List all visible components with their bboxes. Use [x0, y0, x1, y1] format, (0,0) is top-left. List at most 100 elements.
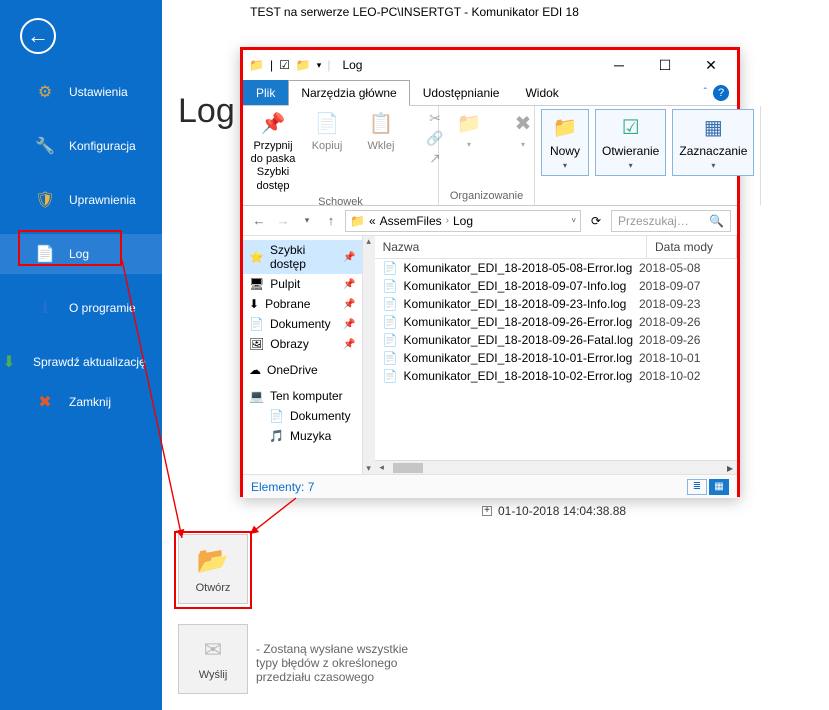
- file-list: Nazwa Data mody 📄Komunikator_EDI_18-2018…: [375, 236, 737, 474]
- refresh-button[interactable]: ⟳: [585, 210, 607, 232]
- tree-item-music[interactable]: 🎵Muzyka: [243, 426, 362, 446]
- send-card[interactable]: ✉ Wyślij: [178, 624, 248, 694]
- tab-home[interactable]: Narzędzia główne: [288, 80, 409, 106]
- pin-icon: 📌: [259, 109, 287, 137]
- explorer-titlebar[interactable]: 📁 | ☑ 📁 ▾ | Log ─ ☐ ✕: [243, 50, 737, 80]
- tree-icon: 📄: [249, 409, 284, 423]
- file-icon: 📄: [383, 369, 398, 383]
- file-row[interactable]: 📄Komunikator_EDI_18-2018-09-26-Error.log…: [375, 313, 737, 331]
- breadcrumb-overflow[interactable]: «: [369, 214, 376, 228]
- sidebar-item-uprawnienia[interactable]: 🛡Uprawnienia: [0, 180, 162, 220]
- send-card-label: Wyślij: [199, 669, 228, 681]
- sidebar-item-zamknij[interactable]: ✖Zamknij: [0, 382, 162, 422]
- file-row[interactable]: 📄Komunikator_EDI_18-2018-05-08-Error.log…: [375, 259, 737, 277]
- sidebar-icon: 🔧: [35, 136, 55, 156]
- nav-up-button[interactable]: ↑: [321, 211, 341, 231]
- file-row[interactable]: 📄Komunikator_EDI_18-2018-10-01-Error.log…: [375, 349, 737, 367]
- timestamp-text: 01-10-2018 14:04:38.88: [498, 504, 626, 518]
- delete-button[interactable]: ✖▾: [499, 109, 547, 149]
- tab-view[interactable]: Widok: [512, 80, 571, 105]
- file-row[interactable]: 📄Komunikator_EDI_18-2018-09-26-Fatal.log…: [375, 331, 737, 349]
- tab-file[interactable]: Plik: [243, 80, 288, 105]
- timestamp-row[interactable]: + 01-10-2018 14:04:38.88: [482, 504, 626, 518]
- send-description: - Zostaną wysłane wszystkie typy błędów …: [256, 642, 416, 684]
- tree-item-documents[interactable]: 📄Dokumenty📌: [243, 314, 362, 334]
- organize-caption: Organizowanie: [445, 187, 528, 202]
- tree-item-docs2[interactable]: 📄Dokumenty: [243, 406, 362, 426]
- file-date: 2018-09-26: [639, 315, 729, 329]
- shortcut-icon: ↗: [426, 149, 444, 167]
- path-bar[interactable]: 📁 « AssemFiles › Log ˅: [345, 210, 581, 232]
- clipboard-caption: Schowek: [249, 193, 432, 208]
- sidebar-item-label: Ustawienia: [69, 85, 128, 99]
- tab-share[interactable]: Udostępnianie: [410, 80, 513, 105]
- qat-overflow[interactable]: ▾: [317, 60, 322, 71]
- ribbon-collapse-icon[interactable]: ˆ: [704, 87, 707, 98]
- move-to-button[interactable]: 📁▾: [445, 109, 493, 149]
- file-icon: 📄: [383, 333, 398, 347]
- sidebar-item-log[interactable]: 📄Log: [0, 234, 162, 274]
- column-date[interactable]: Data mody: [647, 236, 737, 258]
- sidebar-icon: 🛡: [35, 190, 55, 210]
- view-icons-button[interactable]: ▦: [709, 479, 729, 495]
- file-date: 2018-09-23: [639, 297, 729, 311]
- open-card[interactable]: 📂 Otwórz: [178, 534, 248, 604]
- nav-back-button[interactable]: ←: [249, 211, 269, 231]
- folder-small-icon: 📁: [296, 58, 311, 72]
- status-bar: Elementy: 7 ≣ ▦: [243, 474, 737, 498]
- nav-history-button[interactable]: ▾: [297, 211, 317, 231]
- pin-quick-access-button[interactable]: 📌 Przypnij do paska Szybki dostęp: [249, 109, 297, 193]
- back-button[interactable]: ←: [20, 18, 56, 54]
- tree-icon: 💻: [249, 389, 264, 403]
- pin-icon: 📌: [343, 299, 355, 310]
- folder-open-icon: 📂: [197, 545, 229, 576]
- paste-button[interactable]: 📋 Wklej: [357, 109, 405, 153]
- tree-icon: ⬇: [249, 297, 259, 311]
- pin-icon: 📌: [343, 339, 355, 350]
- tree-scrollbar[interactable]: ▴ ▾: [363, 236, 375, 474]
- tree-item-quick[interactable]: ⭐Szybki dostęp📌: [243, 240, 362, 274]
- file-name: Komunikator_EDI_18-2018-09-26-Error.log: [404, 315, 633, 329]
- path-dropdown[interactable]: ˅: [571, 216, 576, 225]
- file-icon: 📄: [383, 351, 398, 365]
- checkbox-icon[interactable]: ☑: [279, 58, 290, 72]
- breadcrumb-log[interactable]: Log: [453, 214, 473, 228]
- pin-icon: 📌: [343, 279, 355, 290]
- tree-item-pictures[interactable]: 🖼Obrazy📌: [243, 334, 362, 354]
- file-icon: 📄: [383, 297, 398, 311]
- tree-item-downloads[interactable]: ⬇Pobrane📌: [243, 294, 362, 314]
- expand-icon[interactable]: +: [482, 506, 492, 516]
- maximize-button[interactable]: ☐: [645, 52, 685, 78]
- nav-forward-button[interactable]: →: [273, 211, 293, 231]
- copy-button[interactable]: 📄 Kopiuj: [303, 109, 351, 153]
- page-title: Log: [178, 92, 235, 131]
- tree-icon: 🖥: [249, 277, 264, 291]
- tree-item-thispc[interactable]: 💻Ten komputer: [243, 386, 362, 406]
- tree-item-desktop[interactable]: 🖥Pulpit📌: [243, 274, 362, 294]
- file-row[interactable]: 📄Komunikator_EDI_18-2018-10-02-Error.log…: [375, 367, 737, 385]
- open-button[interactable]: ☑ Otwieranie▾: [595, 109, 666, 176]
- sidebar-item-ustawienia[interactable]: ⚙Ustawienia: [0, 72, 162, 112]
- sidebar-icon: ℹ: [35, 298, 55, 318]
- horizontal-scrollbar[interactable]: ◂ ▸: [375, 460, 737, 474]
- file-row[interactable]: 📄Komunikator_EDI_18-2018-09-23-Info.log2…: [375, 295, 737, 313]
- sidebar-item-sprawd-aktualizacj-[interactable]: ⬇Sprawdź aktualizację: [0, 342, 162, 382]
- search-input[interactable]: Przeszukaj… 🔍: [611, 210, 731, 232]
- file-row[interactable]: 📄Komunikator_EDI_18-2018-09-07-Info.log2…: [375, 277, 737, 295]
- sidebar-item-konfiguracja[interactable]: 🔧Konfiguracja: [0, 126, 162, 166]
- tree-item-onedrive[interactable]: ☁OneDrive: [243, 360, 362, 380]
- close-button[interactable]: ✕: [691, 52, 731, 78]
- sidebar-item-o-programie[interactable]: ℹO programie: [0, 288, 162, 328]
- pin-icon: 📌: [343, 319, 355, 330]
- sidebar-icon: ⬇: [0, 352, 19, 372]
- select-button[interactable]: ▦ Zaznaczanie▾: [672, 109, 754, 176]
- new-button[interactable]: 📁 Nowy▾: [541, 109, 589, 176]
- path-icon: 🔗: [426, 129, 444, 147]
- minimize-button[interactable]: ─: [599, 52, 639, 78]
- paste-icon: 📋: [367, 109, 395, 137]
- breadcrumb-assemfiles[interactable]: AssemFiles: [380, 214, 442, 228]
- open-card-label: Otwórz: [196, 582, 231, 594]
- help-icon[interactable]: ?: [713, 85, 729, 101]
- column-name[interactable]: Nazwa: [375, 236, 647, 258]
- view-details-button[interactable]: ≣: [687, 479, 707, 495]
